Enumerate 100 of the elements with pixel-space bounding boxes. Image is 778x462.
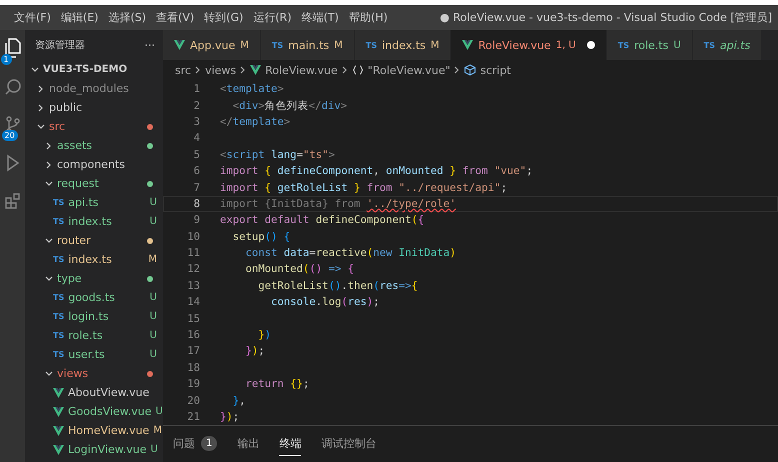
menu-item[interactable]: 文件(F) xyxy=(14,10,51,25)
menu-item[interactable]: 查看(V) xyxy=(156,10,194,25)
tree-item[interactable]: request xyxy=(57,177,143,190)
tree-item[interactable]: assets xyxy=(57,139,143,152)
tree-item[interactable]: views xyxy=(57,367,143,380)
line-number: 19 xyxy=(186,378,201,390)
ts-file-icon: TS xyxy=(53,331,64,340)
vue-file-icon xyxy=(53,388,64,398)
code-line: </template> xyxy=(220,116,290,128)
vue-file-icon xyxy=(462,40,474,50)
editor-tab[interactable]: TS role.ts U xyxy=(606,30,693,60)
breadcrumb[interactable]: views xyxy=(205,64,236,76)
vue-file-icon xyxy=(53,444,64,454)
tree-item[interactable]: index.ts xyxy=(68,253,144,266)
tab-label: api.ts xyxy=(720,38,750,52)
menu-item[interactable]: 运行(R) xyxy=(253,10,292,25)
code-line: }) xyxy=(257,329,272,342)
code-line: import { getRoleList } from "../request/api"; xyxy=(220,182,508,194)
tree-item[interactable]: index.ts xyxy=(68,215,146,228)
editor-tab[interactable]: TS index.ts M xyxy=(354,30,452,60)
cube-icon xyxy=(464,64,476,76)
tree-item[interactable]: AboutView.vue xyxy=(68,386,157,399)
files-icon xyxy=(4,38,22,58)
ts-file-icon: TS xyxy=(53,217,64,226)
tab-label: role.ts xyxy=(634,38,668,52)
more-button[interactable]: ··· xyxy=(144,38,155,52)
vue-file-icon xyxy=(53,406,64,416)
editor-tab[interactable]: TS api.ts xyxy=(692,30,762,60)
code-line: <div>角色列表</div> xyxy=(232,98,347,113)
git-status: U xyxy=(150,311,157,322)
tree-item[interactable]: api.ts xyxy=(68,196,146,209)
line-number: 16 xyxy=(186,329,201,342)
braces-icon xyxy=(352,65,364,75)
git-status: U xyxy=(150,330,157,341)
breadcrumb[interactable]: RoleView.vue xyxy=(265,64,338,76)
tree-item[interactable]: HomeView.vue xyxy=(68,424,150,437)
git-status: U xyxy=(156,406,163,417)
code-line: }, xyxy=(232,394,246,407)
editor-tab[interactable]: RoleView.vue 1, U xyxy=(451,30,607,60)
code-line: <template> xyxy=(220,83,284,96)
line-number: 6 xyxy=(192,165,201,178)
chevron-icon xyxy=(342,66,348,74)
activity-item[interactable]: 1 xyxy=(0,38,24,65)
line-number: 18 xyxy=(186,362,201,374)
tree-item[interactable]: goods.ts xyxy=(68,291,146,304)
editor-tab[interactable]: TS main.ts M xyxy=(260,30,355,60)
breadcrumb[interactable]: script xyxy=(480,64,511,76)
git-status: U xyxy=(150,216,157,227)
code-line: getRoleList().then(res=>{ xyxy=(257,280,418,292)
ts-file-icon: TS xyxy=(53,312,64,321)
menu-item[interactable]: 帮助(H) xyxy=(348,10,388,25)
sidebar-title: 资源管理器 xyxy=(35,39,85,52)
git-status: M xyxy=(430,40,440,50)
panel-tab[interactable]: 调试控制台 xyxy=(321,432,376,456)
window-title: ● RoleView.vue - vue3-ts-demo - Visual Studio Code [管理员] xyxy=(440,10,772,25)
panel-tab[interactable]: 问题 1 xyxy=(173,432,218,456)
tree-item[interactable]: node_modules xyxy=(49,82,157,95)
line-number: 11 xyxy=(186,247,201,260)
tab-label: App.vue xyxy=(190,38,236,52)
chevron-icon xyxy=(195,66,202,74)
code-line: }); xyxy=(220,411,240,423)
chevron-icon xyxy=(31,66,39,74)
chevron-icon xyxy=(454,66,460,74)
project-folder[interactable]: VUE3-TS-DEMO xyxy=(25,60,163,79)
code-line: <script lang="ts"> xyxy=(220,148,335,161)
code-line: import {InitData} from '../type/role' xyxy=(220,198,456,210)
menu-item[interactable]: 选择(S) xyxy=(108,10,146,25)
code-line: }); xyxy=(244,345,265,358)
breadcrumb[interactable]: src xyxy=(175,64,192,76)
tree-item[interactable]: LoginView.vue xyxy=(68,443,147,456)
line-number: 8 xyxy=(192,198,201,210)
count-badge: 20 xyxy=(2,130,18,141)
ts-file-icon: TS xyxy=(272,40,284,50)
tree-item[interactable]: components xyxy=(57,158,157,171)
git-status: U xyxy=(150,444,158,455)
tree-item[interactable]: GoodsView.vue xyxy=(68,405,152,418)
panel-tab[interactable]: 终端 xyxy=(279,432,302,456)
tree-item[interactable]: login.ts xyxy=(68,310,146,323)
activity-item[interactable]: 20 xyxy=(2,116,24,141)
line-number: 17 xyxy=(186,345,201,358)
menu-item[interactable]: 转到(G) xyxy=(204,10,244,25)
code-line: const data=reactive(new InitData) xyxy=(244,247,456,260)
tree-item[interactable]: type xyxy=(57,272,143,285)
panel-tab[interactable]: 输出 xyxy=(237,432,260,456)
tree-item[interactable]: role.ts xyxy=(68,329,146,342)
editor-tab[interactable]: App.vue M xyxy=(163,30,261,60)
code-line: return {}; xyxy=(244,378,310,390)
breadcrumb[interactable]: "RoleView.vue" xyxy=(368,64,450,76)
line-number: 2 xyxy=(192,100,201,112)
git-status: U xyxy=(150,197,157,208)
ts-file-icon: TS xyxy=(366,40,377,50)
tree-item[interactable]: user.ts xyxy=(68,348,146,361)
line-number: 10 xyxy=(186,230,201,243)
line-number: 15 xyxy=(186,312,201,325)
menu-item[interactable]: 编辑(E) xyxy=(60,10,98,25)
tree-item[interactable]: public xyxy=(49,101,157,114)
line-number: 4 xyxy=(192,132,201,144)
tree-item[interactable]: router xyxy=(57,234,143,247)
tree-item[interactable]: src xyxy=(49,120,143,133)
menu-item[interactable]: 终端(T) xyxy=(302,10,339,25)
